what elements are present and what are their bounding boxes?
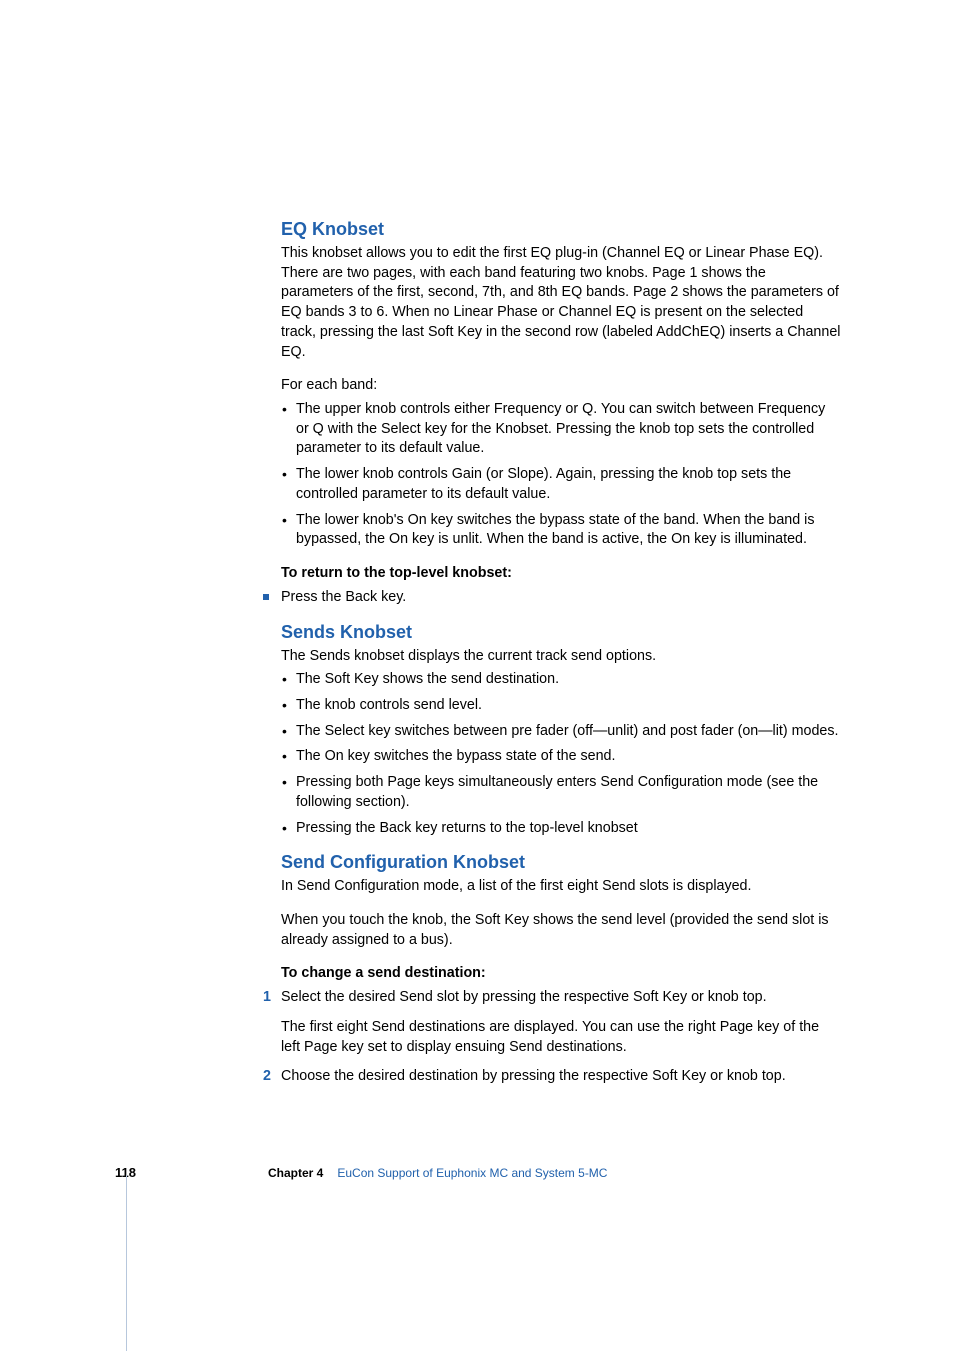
page-footer: 118 Chapter 4 EuCon Support of Euphonix …	[115, 1165, 835, 1180]
step-number: 1	[263, 988, 271, 1008]
step-number: 2	[263, 1067, 271, 1087]
square-bullet-icon	[263, 594, 269, 600]
decorative-side-line	[126, 1175, 127, 1351]
bullet-list: The upper knob controls either Frequency…	[281, 400, 841, 550]
chapter-title: EuCon Support of Euphonix MC and System …	[337, 1166, 607, 1180]
paragraph: For each band:	[281, 376, 841, 396]
list-item: The Soft Key shows the send destination.	[281, 670, 841, 690]
paragraph: The Sends knobset displays the current t…	[281, 647, 841, 667]
numbered-step: 2 Choose the desired destination by pres…	[263, 1067, 841, 1087]
chapter-label: Chapter 4	[268, 1166, 323, 1180]
list-item: The lower knob controls Gain (or Slope).…	[281, 465, 841, 504]
paragraph: When you touch the knob, the Soft Key sh…	[281, 911, 841, 950]
list-item-text: Press the Back key.	[281, 589, 406, 605]
list-item: The Select key switches between pre fade…	[281, 722, 841, 742]
heading-sends-knobset: Sends Knobset	[281, 622, 841, 643]
bold-label: To return to the top-level knobset:	[281, 564, 841, 584]
list-item: The On key switches the bypass state of …	[281, 747, 841, 767]
list-item: The lower knob's On key switches the byp…	[281, 511, 841, 550]
paragraph: In Send Configuration mode, a list of th…	[281, 877, 841, 897]
heading-eq-knobset: EQ Knobset	[281, 219, 841, 240]
step-text: Choose the desired destination by pressi…	[281, 1068, 786, 1084]
bold-label: To change a send destination:	[281, 964, 841, 984]
list-item: The knob controls send level.	[281, 696, 841, 716]
page-content: EQ Knobset This knobset allows you to ed…	[281, 207, 841, 1097]
list-item: Pressing the Back key returns to the top…	[281, 819, 841, 839]
paragraph: The first eight Send destinations are di…	[281, 1018, 841, 1057]
numbered-step: 1 Select the desired Send slot by pressi…	[263, 988, 841, 1008]
paragraph: This knobset allows you to edit the firs…	[281, 244, 841, 362]
square-bullet-item: Press the Back key.	[265, 588, 841, 608]
heading-send-config-knobset: Send Configuration Knobset	[281, 852, 841, 873]
step-text: Select the desired Send slot by pressing…	[281, 989, 767, 1005]
list-item: Pressing both Page keys simultaneously e…	[281, 773, 841, 812]
bullet-list: The Soft Key shows the send destination.…	[281, 670, 841, 838]
list-item: The upper knob controls either Frequency…	[281, 400, 841, 459]
